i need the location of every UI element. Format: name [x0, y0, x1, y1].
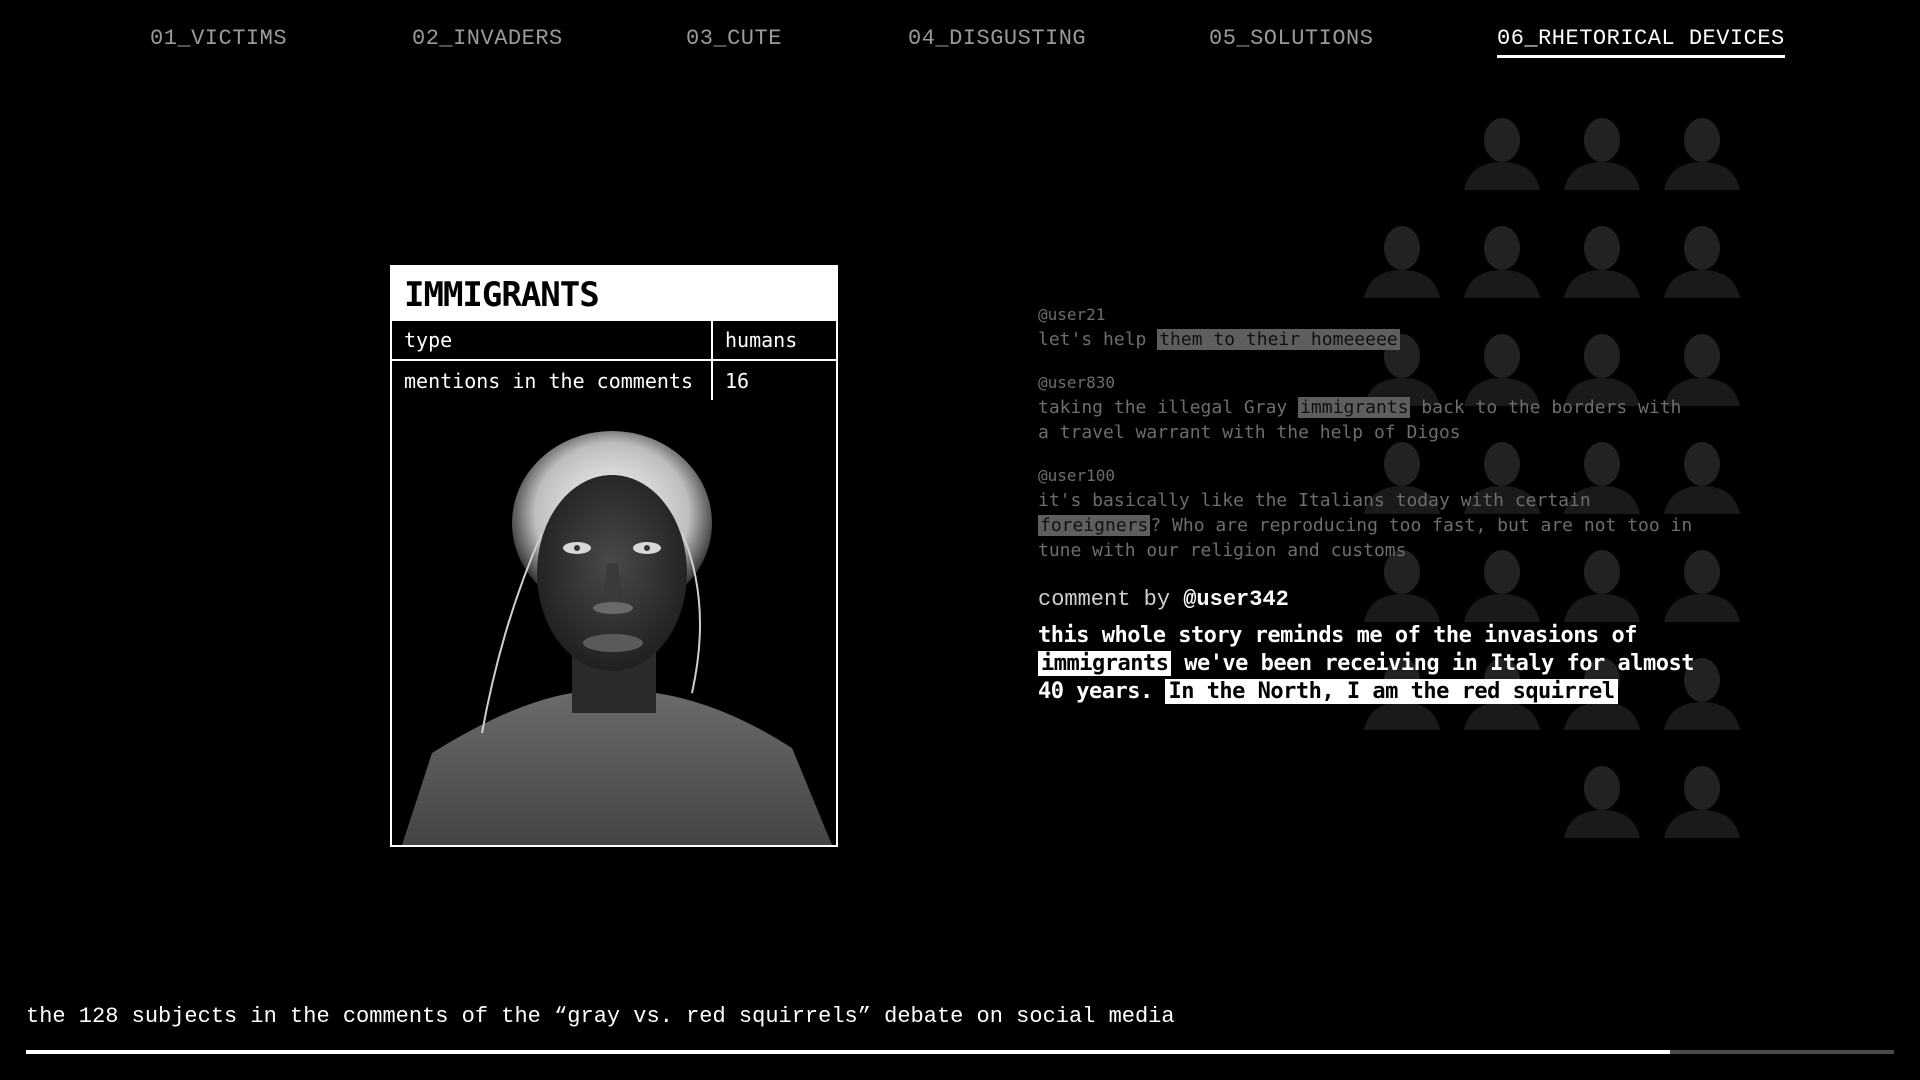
subject-face-icon[interactable]: [1360, 218, 1444, 298]
comment: @user830 taking the illegal Gray immigra…: [1038, 370, 1698, 445]
tab-solutions[interactable]: 05_SOLUTIONS: [1209, 26, 1373, 51]
subject-face-icon[interactable]: [1660, 758, 1744, 838]
row-key-mentions: mentions in the comments: [392, 359, 713, 400]
comment-highlight: them to their homeeeee: [1157, 329, 1400, 350]
progress-fill: [26, 1050, 1670, 1054]
byline-label: comment by: [1038, 587, 1171, 612]
subject-title: IMMIGRANTS: [392, 267, 836, 319]
main-comment-byline: comment by @user342: [1038, 587, 1698, 612]
subject-portrait: [392, 403, 836, 845]
comment-user: @user21: [1038, 305, 1106, 324]
main-comment-text: this whole story reminds me of the invas…: [1038, 622, 1698, 706]
subject-face-icon[interactable]: [1560, 110, 1644, 190]
tab-disgusting[interactable]: 04_DISGUSTING: [908, 26, 1086, 51]
tab-invaders[interactable]: 02_INVADERS: [412, 26, 563, 51]
subject-face-icon[interactable]: [1660, 218, 1744, 298]
subject-face-icon[interactable]: [1560, 758, 1644, 838]
comment-text-part: it's basically like the Italians today w…: [1038, 490, 1591, 511]
subject-face-icon[interactable]: [1460, 218, 1544, 298]
portrait-image: [392, 403, 836, 845]
main-comment-user[interactable]: @user342: [1183, 587, 1289, 612]
tab-victims[interactable]: 01_VICTIMS: [150, 26, 287, 51]
subject-face-icon[interactable]: [1660, 110, 1744, 190]
row-value-type: humans: [712, 319, 836, 360]
subject-info-table: type humans mentions in the comments 16: [392, 319, 836, 400]
subject-face-icon[interactable]: [1560, 218, 1644, 298]
progress-bar[interactable]: [26, 1050, 1894, 1054]
comment-text: let's help them to their homeeeee: [1038, 327, 1698, 352]
comment-highlight: immigrants: [1298, 397, 1411, 418]
comment: @user21 let's help them to their homeeee…: [1038, 302, 1698, 352]
footer-caption: the 128 subjects in the comments of the …: [26, 1004, 1175, 1029]
main-comment-highlight: In the North, I am the red squirrel: [1165, 679, 1618, 704]
table-row: type humans: [392, 319, 836, 360]
table-row: mentions in the comments 16: [392, 359, 836, 400]
tab-cute[interactable]: 03_CUTE: [686, 26, 782, 51]
top-nav: 01_VICTIMS 02_INVADERS 03_CUTE 04_DISGUS…: [0, 26, 1920, 66]
row-key-type: type: [392, 319, 713, 360]
comment-user: @user830: [1038, 373, 1116, 392]
tab-rhetorical-devices[interactable]: 06_RHETORICAL DEVICES: [1497, 26, 1785, 58]
comment-text-part: let's help: [1038, 329, 1158, 350]
subject-card: IMMIGRANTS type humans mentions in the c…: [390, 265, 838, 847]
comment: @user100 it's basically like the Italian…: [1038, 463, 1698, 563]
comment-user: @user100: [1038, 466, 1116, 485]
row-value-mentions: 16: [712, 359, 836, 400]
main-comment-highlight: immigrants: [1038, 651, 1172, 676]
comments-panel: @user21 let's help them to their homeeee…: [1038, 302, 1698, 706]
subject-face-icon[interactable]: [1460, 110, 1544, 190]
main-comment-part: this whole story reminds me of the invas…: [1038, 623, 1638, 648]
comment-text-part: taking the illegal Gray: [1038, 397, 1299, 418]
comment-highlight: foreigners: [1038, 515, 1151, 536]
comment-text: taking the illegal Gray immigrants back …: [1038, 395, 1698, 445]
comment-text: it's basically like the Italians today w…: [1038, 488, 1698, 563]
